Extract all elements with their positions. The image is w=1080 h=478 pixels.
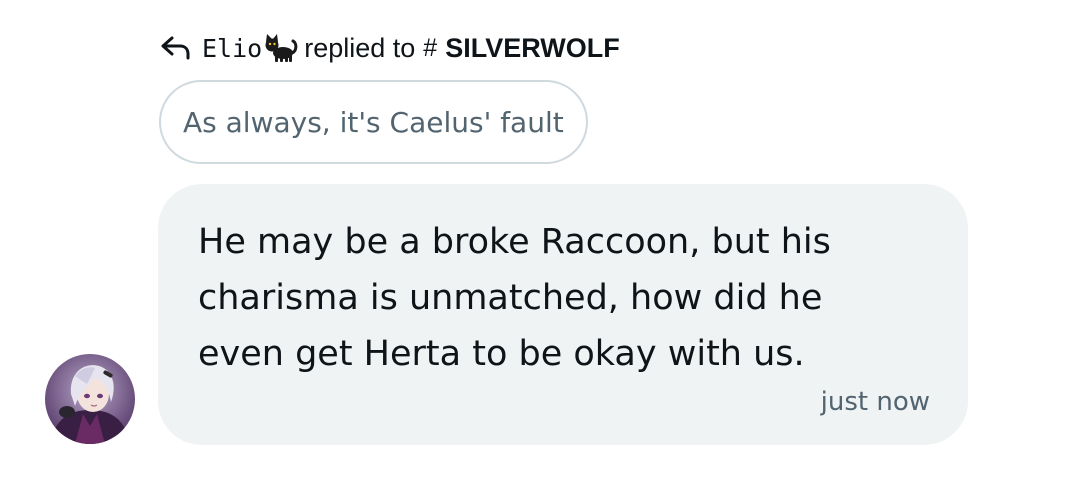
channel-hash-icon: # xyxy=(423,33,438,62)
message-timestamp: just now xyxy=(820,387,930,417)
reply-author-name[interactable]: Elio xyxy=(202,34,262,63)
message-text: He may be a broke Raccoon, but his chari… xyxy=(198,222,831,374)
avatar-silver-haired-character-icon xyxy=(45,354,135,444)
reply-action-text: replied to xyxy=(304,32,416,63)
reply-arrow-icon xyxy=(160,34,194,62)
reply-context-header[interactable]: Elio replied to # SILVERWOLF xyxy=(160,30,620,66)
message-bubble[interactable]: He may be a broke Raccoon, but his chari… xyxy=(158,184,968,445)
quoted-message-pill[interactable]: As always, it's Caelus' fault xyxy=(159,80,588,164)
black-cat-emoji-icon xyxy=(264,33,298,63)
avatar[interactable] xyxy=(45,354,135,444)
quoted-message-text: As always, it's Caelus' fault xyxy=(183,105,564,139)
reply-channel-name[interactable]: SILVERWOLF xyxy=(445,33,620,64)
